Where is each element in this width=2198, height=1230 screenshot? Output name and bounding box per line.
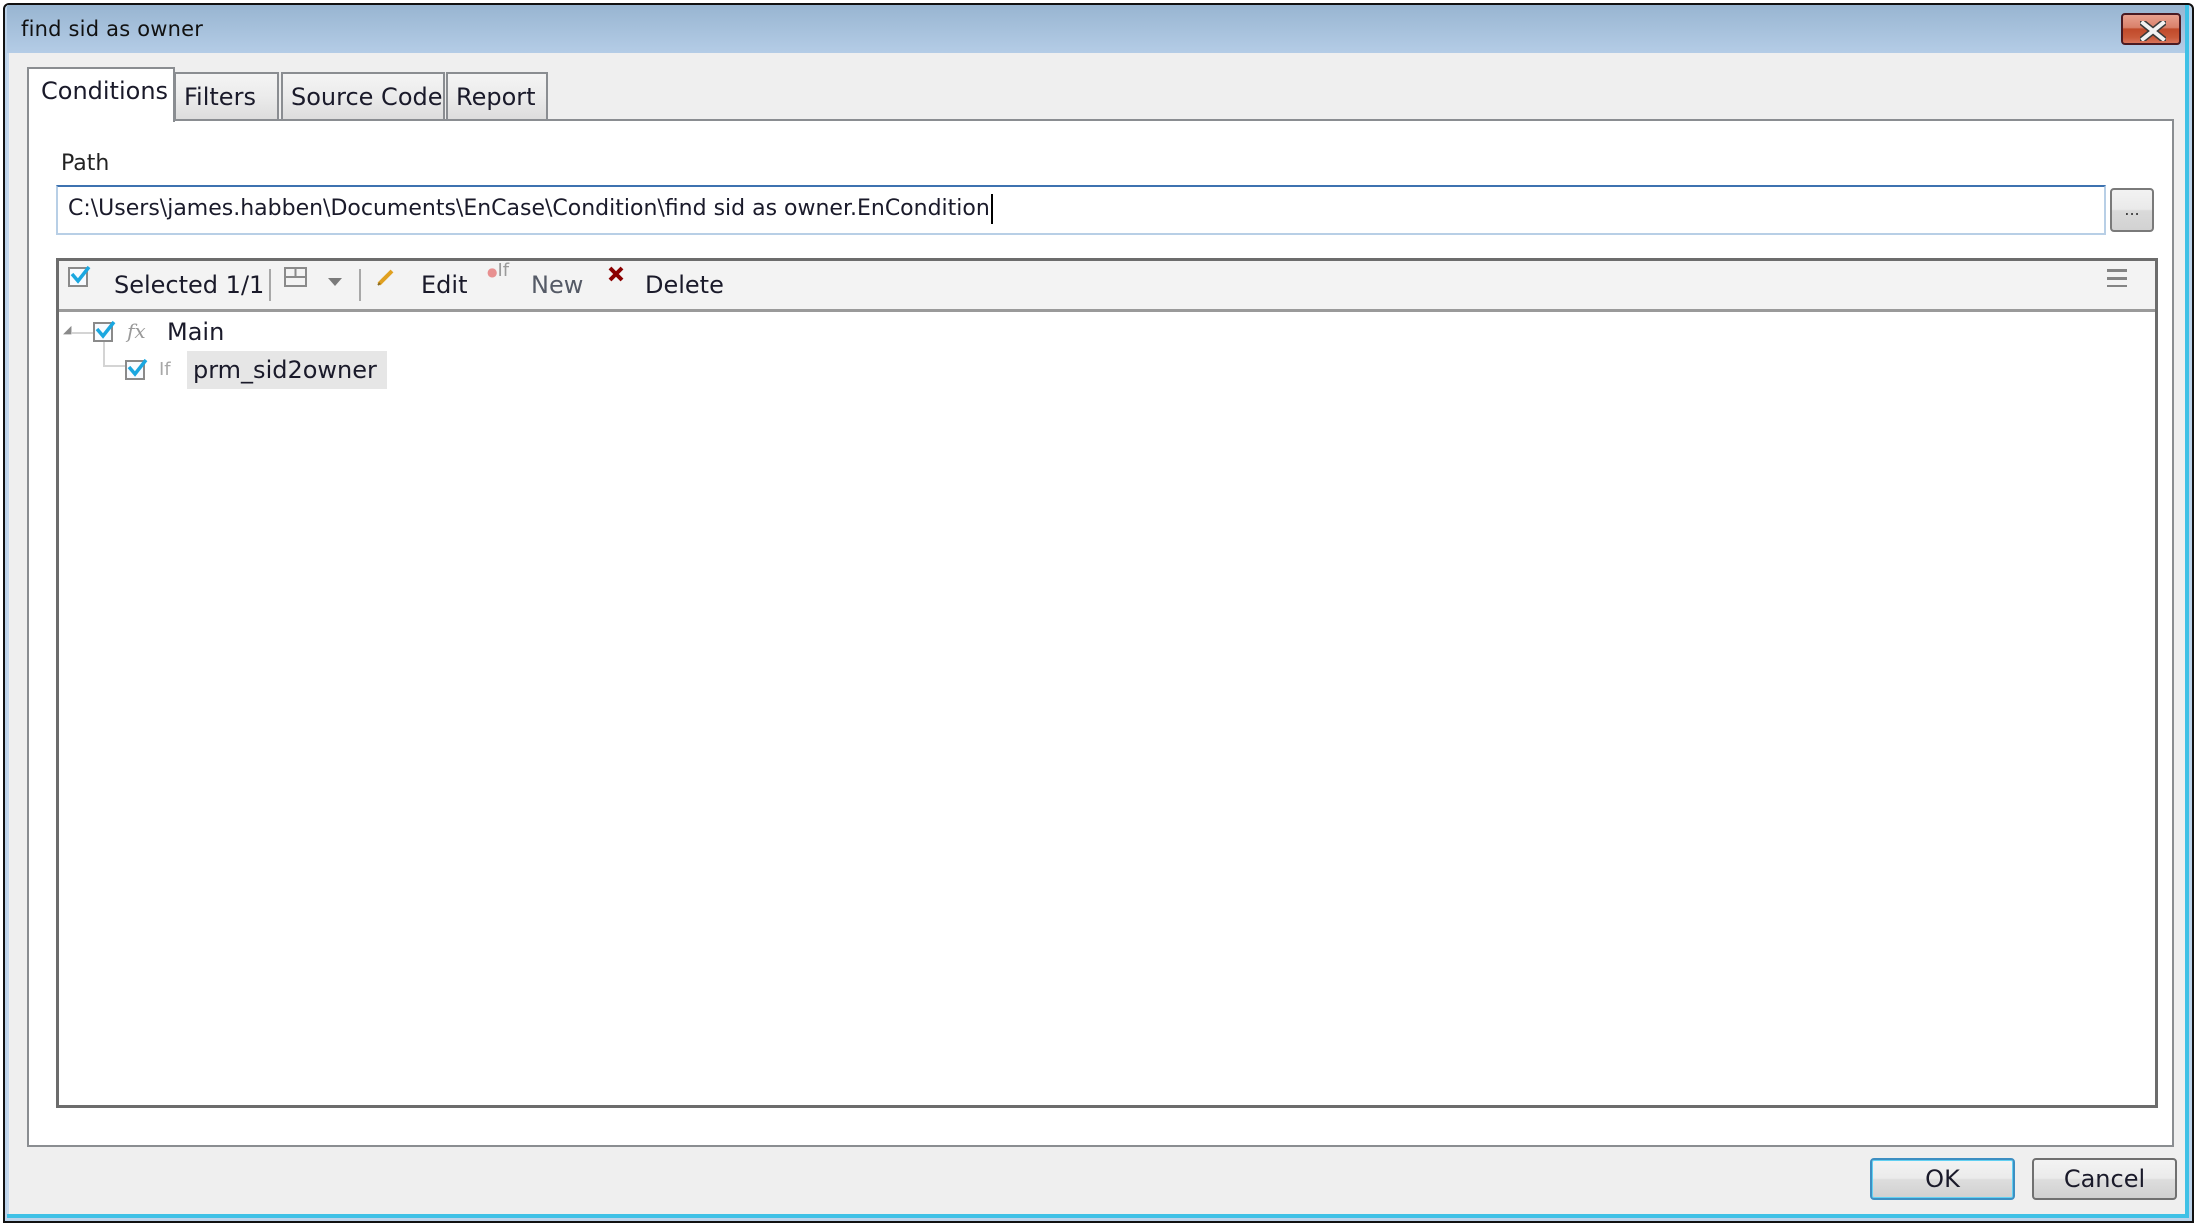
close-button[interactable] (2121, 13, 2181, 45)
cancel-button-label: Cancel (2063, 1165, 2146, 1193)
new-button[interactable]: ●If New (487, 260, 597, 309)
dialog-client-area: Conditions Filters Source Code Report Pa… (7, 53, 2185, 1214)
path-input-value: C:\Users\james.habben\Documents\EnCase\C… (68, 196, 990, 221)
delete-label: Delete (645, 271, 724, 299)
tab-report[interactable]: Report (446, 72, 548, 120)
window-frame: find sid as owner Conditions Filters Sou… (7, 5, 2189, 1218)
tree-item-main-label: Main (167, 318, 225, 346)
conditions-tab-panel: Path C:\Users\james.habben\Documents\EnC… (27, 119, 2174, 1147)
selected-count: Selected 1/1 (114, 271, 265, 299)
tab-filters-label: Filters (184, 83, 256, 111)
edit-label: Edit (421, 271, 468, 299)
hamburger-menu-icon (2107, 269, 2127, 287)
layout-dropdown-button[interactable] (327, 261, 347, 309)
pencil-icon (377, 269, 394, 286)
select-all-checkbox[interactable] (68, 265, 91, 287)
layout-grid-icon (284, 267, 307, 287)
cancel-button[interactable]: Cancel (2032, 1158, 2177, 1200)
checkbox-icon (127, 358, 148, 377)
close-icon (2140, 21, 2166, 41)
layout-button[interactable] (284, 261, 310, 309)
tab-conditions-label: Conditions (41, 77, 169, 105)
title-bar[interactable]: find sid as owner (7, 5, 2185, 53)
toolbar-separator (359, 269, 361, 301)
delete-button[interactable]: Delete (607, 261, 727, 309)
ok-button-label: OK (1925, 1165, 1960, 1193)
tab-source-code-label: Source Code (291, 83, 443, 111)
path-label: Path (61, 151, 110, 176)
tab-source-code[interactable]: Source Code (281, 72, 445, 120)
delete-x-icon (608, 266, 624, 282)
if-icon: If (159, 359, 171, 380)
options-menu-button[interactable] (2107, 261, 2131, 309)
tree-item-prm-sid2owner-label: prm_sid2owner (187, 351, 387, 389)
new-label: New (531, 271, 584, 299)
checkbox-icon (70, 265, 91, 284)
window-title: find sid as owner (21, 17, 204, 41)
tree-checkbox-prm-sid2owner[interactable] (125, 358, 148, 380)
chevron-down-icon (328, 278, 342, 286)
browse-button[interactable]: ... (2110, 188, 2154, 232)
tree-toolbar: Selected 1/1 Edit ●If New Delete (59, 260, 2155, 312)
browse-button-label: ... (2124, 200, 2140, 219)
new-if-icon: ●If (487, 260, 510, 281)
edit-button[interactable]: Edit (377, 261, 477, 309)
expand-arrow-icon[interactable]: ◢ (63, 311, 71, 349)
checkbox-icon (95, 320, 116, 339)
ok-button[interactable]: OK (1870, 1158, 2015, 1200)
dialog-window: find sid as owner Conditions Filters Sou… (3, 3, 2194, 1223)
tab-report-label: Report (456, 83, 536, 111)
tab-filters[interactable]: Filters (174, 72, 279, 120)
tab-conditions[interactable]: Conditions (27, 67, 175, 122)
path-input[interactable]: C:\Users\james.habben\Documents\EnCase\C… (56, 185, 2106, 235)
text-caret (990, 194, 993, 224)
toolbar-separator (269, 269, 271, 301)
conditions-tree-panel: Selected 1/1 Edit ●If New Delete ◢ fx Ma… (56, 258, 2158, 1108)
tree-checkbox-main[interactable] (93, 320, 116, 342)
function-icon: fx (127, 319, 146, 343)
